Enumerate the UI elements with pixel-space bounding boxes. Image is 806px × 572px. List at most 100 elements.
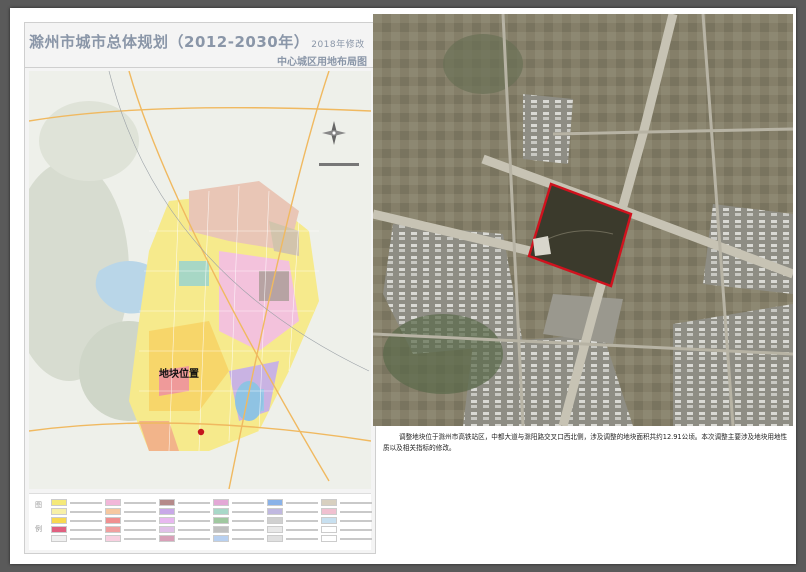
legend-item (159, 498, 211, 507)
legend-swatch (321, 535, 337, 542)
legend-swatch (51, 499, 67, 506)
legend-item (321, 534, 373, 543)
legend-swatch (51, 535, 67, 542)
legend-item (267, 534, 319, 543)
legend-swatch (51, 517, 67, 524)
legend-swatch (267, 535, 283, 542)
legend-swatch (159, 508, 175, 515)
legend-label-placeholder (286, 537, 318, 540)
land-use-plan-panel: 滁州市城市总体规划（2012-2030年）2018年修改 中心城区用地布局图 (24, 22, 376, 554)
legend-label-placeholder (286, 510, 318, 513)
legend-swatch (159, 517, 175, 524)
legend-swatch (105, 517, 121, 524)
legend-marker: 图 (35, 501, 42, 509)
legend-label-placeholder (124, 537, 156, 540)
legend-label-placeholder (232, 528, 264, 531)
legend-item (105, 498, 157, 507)
site-marker-icon (197, 428, 205, 436)
legend-label-placeholder (178, 519, 210, 522)
legend-swatch (321, 508, 337, 515)
legend-label-placeholder (232, 537, 264, 540)
plan-title-note: 2018年修改 (311, 40, 365, 50)
legend-item (321, 498, 373, 507)
legend-swatch (213, 499, 229, 506)
legend-label-placeholder (70, 510, 102, 513)
satellite-image (373, 14, 793, 426)
vegetation (383, 314, 503, 394)
legend-item (51, 516, 103, 525)
legend-label-placeholder (340, 519, 372, 522)
legend-label-placeholder (286, 519, 318, 522)
parcel-building (533, 236, 551, 256)
legend-item (321, 507, 373, 516)
legend-item (159, 516, 211, 525)
legend-item (51, 498, 103, 507)
legend-swatch (51, 508, 67, 515)
legend-label-placeholder (340, 510, 372, 513)
legend-label-placeholder (70, 537, 102, 540)
legend-item (321, 525, 373, 534)
legend-swatch (105, 526, 121, 533)
legend-item (159, 525, 211, 534)
legend-label-placeholder (232, 519, 264, 522)
legend-item (267, 498, 319, 507)
legend-swatch (321, 499, 337, 506)
legend-swatch (267, 517, 283, 524)
legend-item (51, 525, 103, 534)
city-lake (235, 381, 263, 421)
legend-item (51, 534, 103, 543)
legend-swatch (321, 517, 337, 524)
legend-marker: 例 (35, 525, 42, 533)
legend-grid (51, 498, 373, 543)
legend-item (213, 516, 265, 525)
map-legend: 图 例 (29, 493, 373, 550)
legend-item (213, 507, 265, 516)
plan-title-text: 滁州市城市总体规划（2012-2030年） (29, 33, 310, 51)
legend-swatch (213, 517, 229, 524)
legend-item (267, 516, 319, 525)
legend-label-placeholder (178, 501, 210, 504)
legend-item (159, 534, 211, 543)
legend-label-placeholder (124, 510, 156, 513)
site-description-caption: 调整地块位于滁州市高铁站区，中都大道与滁阳路交叉口西北侧，涉及调整的地块面积共约… (383, 433, 788, 452)
legend-label-placeholder (178, 528, 210, 531)
legend-swatch (213, 535, 229, 542)
legend-label-placeholder (124, 528, 156, 531)
land-use-map (29, 71, 371, 489)
legend-swatch (267, 508, 283, 515)
legend-item (105, 516, 157, 525)
legend-swatch (159, 526, 175, 533)
legend-item (105, 507, 157, 516)
legend-label-placeholder (178, 510, 210, 513)
scale-bar (319, 163, 359, 166)
legend-swatch (213, 508, 229, 515)
legend-item (105, 534, 157, 543)
plan-subtitle: 中心城区用地布局图 (277, 57, 367, 68)
legend-swatch (105, 499, 121, 506)
legend-label-placeholder (124, 501, 156, 504)
legend-swatch (159, 499, 175, 506)
legend-label-placeholder (178, 537, 210, 540)
legend-swatch (105, 508, 121, 515)
legend-label-placeholder (124, 519, 156, 522)
legend-label-placeholder (340, 528, 372, 531)
legend-swatch (213, 526, 229, 533)
satellite-image-panel (373, 14, 793, 426)
plan-title: 滁州市城市总体规划（2012-2030年） 2018年修改 (29, 31, 375, 52)
legend-label-placeholder (232, 510, 264, 513)
legend-label-placeholder (286, 501, 318, 504)
legend-label-placeholder (286, 528, 318, 531)
site-location-label: 地块位置 (159, 369, 199, 380)
legend-swatch (267, 526, 283, 533)
legend-item (267, 507, 319, 516)
title-divider (25, 67, 375, 68)
legend-label-placeholder (340, 537, 372, 540)
legend-label-placeholder (340, 501, 372, 504)
legend-swatch (105, 535, 121, 542)
legend-swatch (159, 535, 175, 542)
legend-label-placeholder (70, 519, 102, 522)
legend-item (159, 507, 211, 516)
land-use-map-graphic (29, 71, 371, 489)
legend-swatch (321, 526, 337, 533)
legend-item (213, 534, 265, 543)
